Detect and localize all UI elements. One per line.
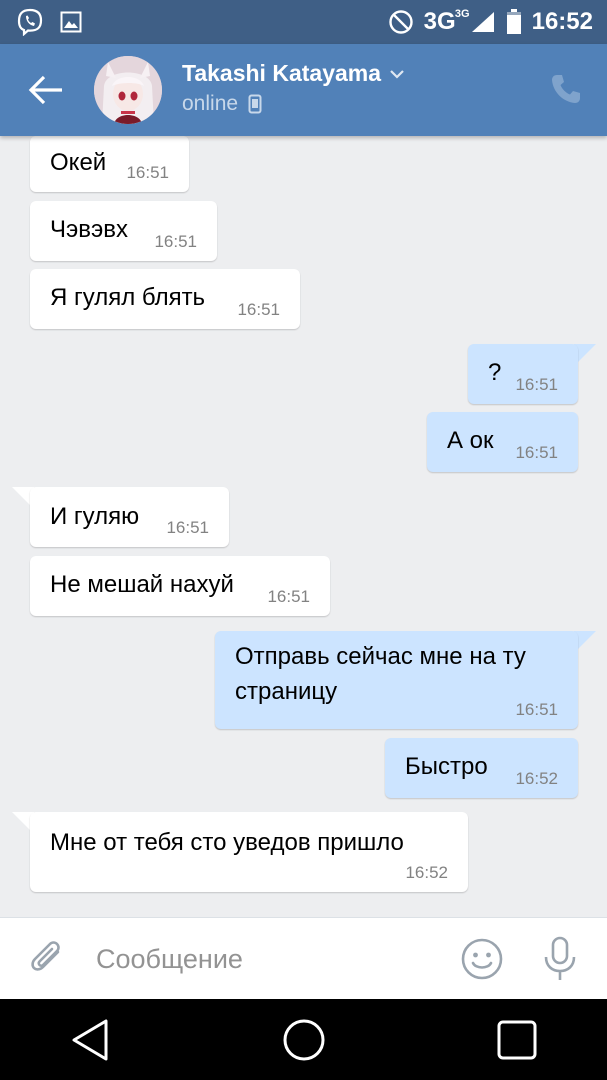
message-time: 16:52 [405, 863, 448, 882]
avatar[interactable] [94, 56, 162, 124]
chat-header: Takashi Katayama online [0, 44, 607, 136]
message-text: Чэвэвх [50, 216, 128, 243]
message-time: 16:51 [267, 587, 310, 606]
message-incoming[interactable]: И гуляю 16:51 [30, 487, 229, 547]
message-composer [0, 917, 607, 999]
message-incoming[interactable]: Мне от тебя сто уведов пришло 16:52 [30, 812, 468, 892]
message-text-line-1: Отправь сейчас мне на ту [235, 643, 526, 670]
message-outgoing[interactable]: ? 16:51 [468, 344, 578, 404]
message-outgoing[interactable]: А ок 16:51 [427, 412, 578, 472]
message-text: Быстро [405, 753, 488, 780]
message-time: 16:51 [166, 518, 209, 537]
nav-recents-icon[interactable] [494, 1017, 540, 1063]
message-text: Не мешай нахуй [50, 571, 234, 598]
message-time: 16:51 [126, 163, 169, 182]
message-text: И гуляю [50, 503, 140, 530]
message-time: 16:51 [515, 700, 558, 719]
message-list[interactable]: Окей 16:51 Чэвэвх 16:51 Я гулял блять 16… [0, 136, 607, 917]
signal-icon [471, 12, 494, 32]
message-incoming[interactable]: Чэвэвх 16:51 [30, 201, 217, 261]
message-input[interactable] [96, 936, 436, 982]
message-text-line-2: страницу [235, 678, 338, 705]
message-incoming[interactable]: Окей 16:51 [30, 136, 189, 192]
back-arrow-icon[interactable] [26, 74, 66, 106]
message-text: Окей [50, 149, 107, 176]
message-time: 16:51 [237, 300, 280, 319]
system-navigation-bar [0, 999, 607, 1080]
message-time: 16:52 [515, 769, 558, 788]
smile-icon[interactable] [460, 937, 504, 981]
message-time: 16:51 [154, 232, 197, 251]
status-bar: 3G 3G 16:52 [0, 0, 607, 44]
phone-icon[interactable] [549, 72, 583, 106]
presence-text: online [182, 92, 239, 115]
do-not-disturb-icon [388, 10, 413, 34]
nav-home-icon[interactable] [281, 1017, 327, 1063]
paperclip-icon[interactable] [28, 938, 66, 980]
contact-name[interactable]: Takashi Katayama [182, 60, 405, 87]
nav-back-icon[interactable] [68, 1017, 114, 1063]
status-time: 16:52 [531, 8, 593, 35]
message-time: 16:51 [515, 375, 558, 394]
network-type: 3G 3G [423, 8, 470, 35]
gallery-icon [60, 11, 82, 33]
chevron-down-icon [390, 69, 404, 79]
battery-icon [506, 9, 521, 34]
message-text: Я гулял блять [50, 284, 206, 311]
message-outgoing[interactable]: Отправь сейчас мне на ту страницу 16:51 [215, 631, 578, 729]
avatar-picture [94, 56, 162, 124]
message-incoming[interactable]: Не мешай нахуй 16:51 [30, 556, 330, 616]
message-text: А ок [447, 427, 494, 454]
mobile-icon [248, 94, 262, 114]
message-incoming[interactable]: Я гулял блять 16:51 [30, 269, 300, 329]
message-outgoing[interactable]: Быстро 16:52 [385, 738, 578, 798]
message-text: Мне от тебя сто уведов пришло [50, 829, 404, 856]
network-type-small: 3G [454, 8, 470, 20]
viber-icon [17, 8, 43, 36]
microphone-icon[interactable] [540, 935, 580, 983]
message-time: 16:51 [515, 443, 558, 462]
contact-name-text: Takashi Katayama [182, 60, 382, 86]
presence-status: online [182, 92, 262, 116]
message-text: ? [488, 359, 502, 386]
